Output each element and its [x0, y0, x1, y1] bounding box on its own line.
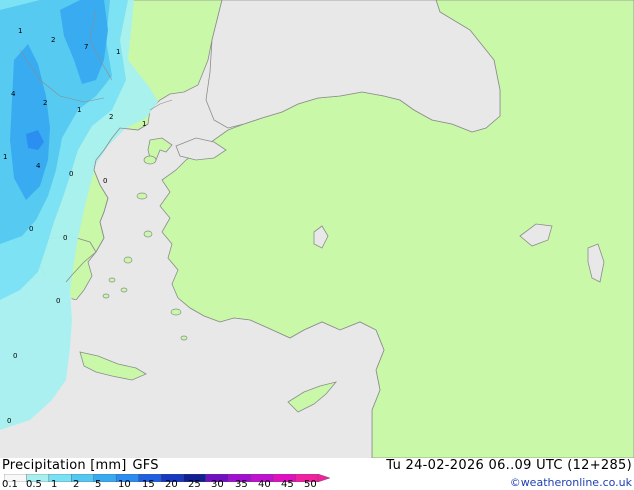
legend-label: 20	[165, 479, 178, 490]
point-value: 1	[142, 120, 146, 128]
point-value: 0	[29, 225, 33, 233]
legend-label: 25	[188, 479, 201, 490]
legend-label: 0.1	[2, 479, 18, 490]
precipitation-map: 1 2 7 1 4 2 1 2 1 1 4 0 0 0 0 0 0 0	[0, 0, 634, 458]
legend-label: 0.5	[26, 479, 42, 490]
variable-label: Precipitation [mm]	[2, 458, 127, 473]
legend-label: 45	[281, 479, 294, 490]
point-value: 1	[18, 27, 22, 35]
point-value: 0	[56, 297, 60, 305]
point-value: 0	[7, 417, 11, 425]
legend-label: 40	[258, 479, 271, 490]
valid-time: Tu 24-02-2026 06..09 UTC (12+285)	[386, 458, 632, 473]
copyright-link[interactable]: ©weatheronline.co.uk	[510, 476, 632, 489]
point-value: 2	[109, 113, 113, 121]
point-value: 1	[77, 106, 81, 114]
legend-label: 10	[118, 479, 131, 490]
point-value: 0	[103, 177, 107, 185]
map-title: Precipitation [mm] GFS	[2, 458, 165, 473]
point-value: 1	[3, 153, 7, 161]
legend-label: 5	[95, 479, 102, 490]
legend-label: 50	[304, 479, 317, 490]
point-value: 4	[11, 90, 16, 98]
legend-label: 1	[51, 479, 58, 490]
legend-label: 15	[142, 479, 155, 490]
legend-label: 30	[211, 479, 224, 490]
point-value: 7	[84, 43, 88, 51]
model-label: GFS	[132, 458, 159, 473]
legend-labels: 0.1 0.5 1 2 5 10 15 20 25 30 35 40 45 50	[0, 480, 340, 490]
legend-label: 2	[73, 479, 80, 490]
legend-label: 35	[235, 479, 248, 490]
point-value: 0	[63, 234, 67, 242]
point-value: 4	[36, 162, 41, 170]
weather-map-frame: 1 2 7 1 4 2 1 2 1 1 4 0 0 0 0 0 0 0 Prec…	[0, 0, 634, 490]
point-value: 0	[69, 170, 73, 178]
point-value: 2	[43, 99, 47, 107]
point-value: 2	[51, 36, 55, 44]
point-value: 0	[13, 352, 17, 360]
map-footer: Precipitation [mm] GFS Tu 24-02-2026 06..…	[0, 458, 634, 490]
point-value: 1	[116, 48, 120, 56]
